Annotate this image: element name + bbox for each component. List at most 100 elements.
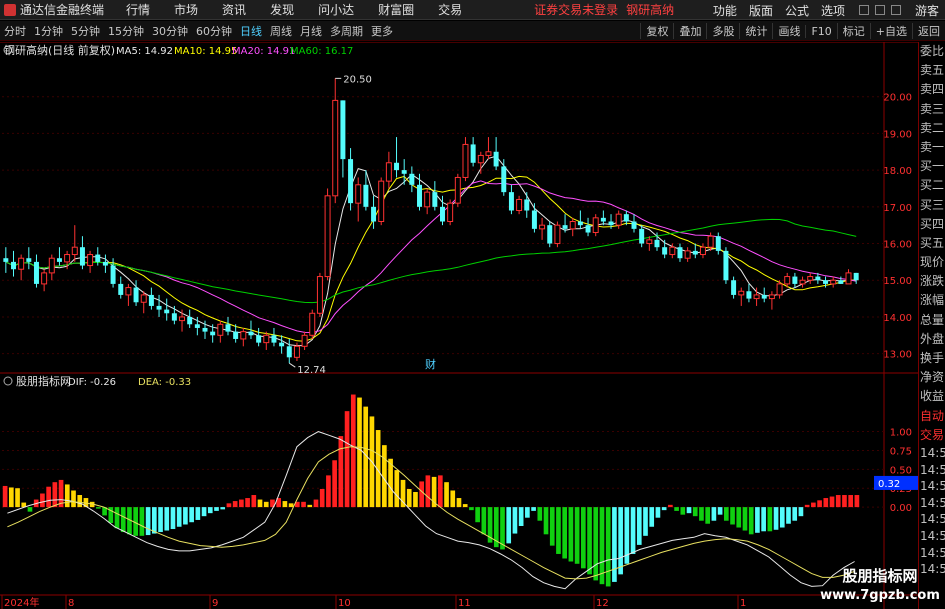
period-multi[interactable]: 多周期 (326, 23, 367, 39)
macd-bar (580, 507, 586, 569)
macd-bar (158, 507, 163, 533)
candle (378, 177, 385, 226)
macd-bar (245, 498, 250, 508)
dea-legend: DEA: -0.33 (138, 377, 191, 388)
quote-label: 涨幅 (920, 293, 945, 308)
macd-bar (52, 482, 58, 508)
macd-bar (636, 507, 642, 545)
period-1min[interactable]: 1分钟 (30, 23, 67, 39)
macd-bar (139, 507, 145, 536)
tool-add-watchlist[interactable]: +自选 (869, 23, 912, 39)
period-60min[interactable]: 60分钟 (192, 23, 236, 39)
macd-bar (531, 507, 536, 511)
macd-bar (288, 503, 294, 508)
menu-function[interactable]: 功能 (707, 2, 743, 19)
app-brand: 通达信金融终端 (0, 1, 114, 18)
macd-bar (77, 495, 83, 508)
auto-trade-label[interactable]: 交易 (919, 426, 945, 445)
period-15min[interactable]: 15分钟 (104, 23, 148, 39)
tool-mark[interactable]: 标记 (836, 23, 870, 39)
macd-bar (301, 501, 306, 508)
menu-trade[interactable]: 交易 (426, 1, 474, 18)
macd-bar (319, 488, 325, 508)
price-tick-label: 19.00 (883, 129, 912, 140)
menu-quotes[interactable]: 行情 (114, 1, 162, 18)
macd-bar (593, 507, 599, 581)
tool-f10[interactable]: F10 (805, 24, 836, 38)
login-warning[interactable]: 证券交易未登录 (534, 1, 618, 18)
xaxis-label: 11 (458, 598, 471, 609)
tool-draw[interactable]: 画线 (772, 23, 805, 39)
menu-news[interactable]: 资讯 (210, 1, 258, 18)
ma-legend-ma20: MA20: 14.91 (232, 46, 295, 57)
macd-bar (282, 501, 288, 508)
auto-trade-label[interactable]: 自动 (919, 407, 945, 426)
macd-bar (835, 495, 841, 508)
ma-legend-ma60: MA60: 16.17 (290, 46, 353, 57)
macd-bar (574, 507, 580, 564)
macd-bar (394, 470, 400, 508)
quote-label: 买五 (920, 235, 945, 250)
tool-multi-stock[interactable]: 多股 (706, 23, 739, 39)
close-icon[interactable] (890, 5, 901, 15)
ma-legend-ma5: MA5: 14.92 (116, 46, 173, 57)
period-daily[interactable]: 日线 (236, 23, 266, 39)
period-30min[interactable]: 30分钟 (148, 23, 192, 39)
user-guest[interactable]: 游客 (909, 2, 945, 19)
period-monthly[interactable]: 月线 (296, 23, 326, 39)
period-5min[interactable]: 5分钟 (67, 23, 104, 39)
quote-label: 卖五 (920, 63, 945, 78)
menu-bar: 通达信金融终端 行情 市场 资讯 发现 问小达 财富圈 交易 证券交易未登录 钢… (0, 0, 945, 20)
tool-adjust[interactable]: 复权 (640, 23, 673, 39)
menu-layout[interactable]: 版面 (743, 2, 779, 19)
quote-label: 收益 (920, 389, 945, 404)
minimize-icon[interactable] (858, 5, 869, 15)
quote-label: 委比 (920, 44, 945, 58)
period-more[interactable]: 更多 (367, 23, 397, 39)
quote-label: 净资 (920, 370, 945, 385)
macd-bar (462, 504, 468, 508)
tool-statistics[interactable]: 统计 (739, 23, 772, 39)
xaxis-label: 10 (338, 598, 351, 609)
macd-bar (307, 504, 313, 508)
quote-label: 卖一 (920, 139, 945, 154)
maximize-icon[interactable] (874, 5, 885, 15)
macd-bar (344, 411, 350, 508)
price-tick-label: 13.00 (883, 350, 912, 361)
macd-bar (761, 507, 766, 532)
menu-discover[interactable]: 发现 (258, 1, 306, 18)
macd-bar (357, 397, 362, 508)
quote-label: 现价 (920, 255, 945, 270)
menu-market[interactable]: 市场 (162, 1, 210, 18)
macd-bar (562, 507, 568, 559)
macd-bar (705, 507, 711, 524)
macd-bar (232, 501, 238, 508)
macd-bar (406, 488, 412, 508)
candle (324, 188, 331, 281)
tool-overlay[interactable]: 叠加 (673, 23, 706, 39)
finance-marker[interactable]: 财 (425, 357, 436, 371)
period-intraday[interactable]: 分时 (0, 23, 30, 39)
tick-time: 14:56 (920, 445, 945, 460)
menu-ask-xiaoda[interactable]: 问小达 (306, 1, 366, 18)
macd-bar (220, 507, 226, 510)
macd-bar (736, 507, 742, 528)
period-weekly[interactable]: 周线 (266, 23, 296, 39)
macd-bar (549, 507, 555, 546)
indicator-name[interactable]: 股朋指标网 (16, 374, 71, 388)
menu-wealth-circle[interactable]: 财富圈 (366, 1, 426, 18)
macd-bar (767, 507, 773, 532)
macd-bar (823, 498, 829, 508)
menu-options[interactable]: 选项 (815, 2, 851, 19)
kline-chart[interactable]: 20.00 19.00 18.00 17.00 16.00 15.00 14.00 13.00… (0, 42, 918, 609)
xaxis-label: 2024年 (4, 596, 39, 609)
current-stock-name: 钢研高纳 (626, 3, 675, 17)
candle (309, 309, 316, 339)
macd-bar (717, 507, 723, 515)
price-tick-label: 16.00 (883, 240, 912, 251)
menu-formula[interactable]: 公式 (779, 2, 815, 19)
dif-legend: DIF: -0.26 (68, 377, 116, 388)
tool-back[interactable]: 返回 (912, 23, 945, 39)
stock-label: 钢研高纳(日线 前复权) (4, 43, 115, 57)
quote-label: 买一 (920, 159, 945, 174)
